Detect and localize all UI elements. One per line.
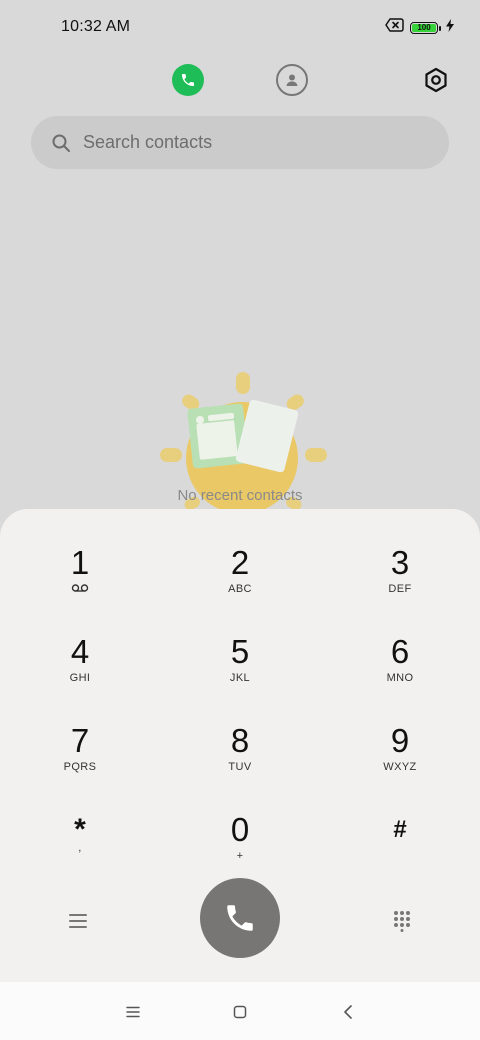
no-sim-icon bbox=[385, 18, 404, 37]
key-letters: JKL bbox=[229, 672, 251, 684]
header-tabs bbox=[0, 62, 480, 98]
settings-icon bbox=[425, 67, 447, 93]
voicemail-icon bbox=[71, 583, 89, 597]
key-7[interactable]: 7 PQRS bbox=[20, 723, 140, 803]
key-star[interactable]: * , bbox=[20, 812, 140, 892]
key-letters: GHI bbox=[69, 672, 91, 684]
phone-icon bbox=[182, 74, 194, 86]
back-button[interactable] bbox=[336, 1000, 360, 1024]
dialpad: 1 2 ABC 3 DEF 4 GHI 5 JKL 6 MNO 7 PQRS 8… bbox=[0, 509, 480, 982]
contacts-icon bbox=[286, 74, 298, 86]
key-letters: TUV bbox=[228, 761, 252, 773]
charging-icon bbox=[446, 18, 454, 37]
key-hash[interactable]: # bbox=[340, 812, 460, 892]
key-digit: 8 bbox=[230, 722, 250, 759]
key-5[interactable]: 5 JKL bbox=[180, 634, 300, 714]
settings-button[interactable] bbox=[422, 66, 450, 94]
key-letters: PQRS bbox=[63, 761, 97, 773]
dialpad-icon bbox=[394, 911, 410, 932]
menu-button[interactable] bbox=[62, 905, 94, 937]
key-digit: 1 bbox=[70, 544, 90, 581]
status-icons: 100 bbox=[385, 18, 454, 37]
key-digit: 7 bbox=[70, 722, 90, 759]
key-digit: 3 bbox=[390, 544, 410, 581]
call-button[interactable] bbox=[200, 878, 280, 958]
navigation-bar bbox=[0, 982, 480, 1040]
dialpad-toggle-button[interactable] bbox=[386, 905, 418, 937]
key-digit: 6 bbox=[390, 633, 410, 670]
home-icon bbox=[233, 1005, 247, 1019]
key-digit: 9 bbox=[390, 722, 410, 759]
key-digit: 5 bbox=[230, 633, 250, 670]
key-1[interactable]: 1 bbox=[20, 545, 140, 625]
battery-level: 100 bbox=[417, 22, 431, 32]
home-button[interactable] bbox=[228, 1000, 252, 1024]
recents-button[interactable] bbox=[121, 1000, 145, 1024]
key-8[interactable]: 8 TUV bbox=[180, 723, 300, 803]
key-digit: 2 bbox=[230, 544, 250, 581]
tab-contacts[interactable] bbox=[276, 64, 308, 96]
key-3[interactable]: 3 DEF bbox=[340, 545, 460, 625]
menu-icon bbox=[69, 914, 87, 928]
menu-icon bbox=[126, 1006, 140, 1018]
key-letters: DEF bbox=[388, 583, 412, 595]
key-letters: MNO bbox=[386, 672, 414, 684]
status-bar: 10:32 AM 100 bbox=[0, 0, 480, 56]
key-digit: 4 bbox=[70, 633, 90, 670]
key-letters: , bbox=[78, 842, 82, 854]
status-time: 10:32 AM bbox=[61, 18, 131, 35]
key-6[interactable]: 6 MNO bbox=[340, 634, 460, 714]
key-4[interactable]: 4 GHI bbox=[20, 634, 140, 714]
phone-icon bbox=[227, 905, 253, 931]
empty-state-text: No recent contacts bbox=[177, 487, 303, 504]
key-digit: 0 bbox=[230, 811, 250, 848]
key-letters: WXYZ bbox=[383, 761, 417, 773]
key-letters: + bbox=[236, 850, 244, 862]
search-input[interactable]: Search contacts bbox=[83, 132, 212, 153]
key-letters: ABC bbox=[228, 583, 252, 595]
key-9[interactable]: 9 WXYZ bbox=[340, 723, 460, 803]
back-icon bbox=[344, 1005, 352, 1019]
key-2[interactable]: 2 ABC bbox=[180, 545, 300, 625]
search-icon bbox=[52, 134, 70, 152]
key-digit: # bbox=[393, 816, 407, 843]
battery-icon: 100 bbox=[410, 21, 441, 34]
search-bar[interactable]: Search contacts bbox=[31, 116, 449, 169]
tab-calls[interactable] bbox=[172, 64, 204, 96]
